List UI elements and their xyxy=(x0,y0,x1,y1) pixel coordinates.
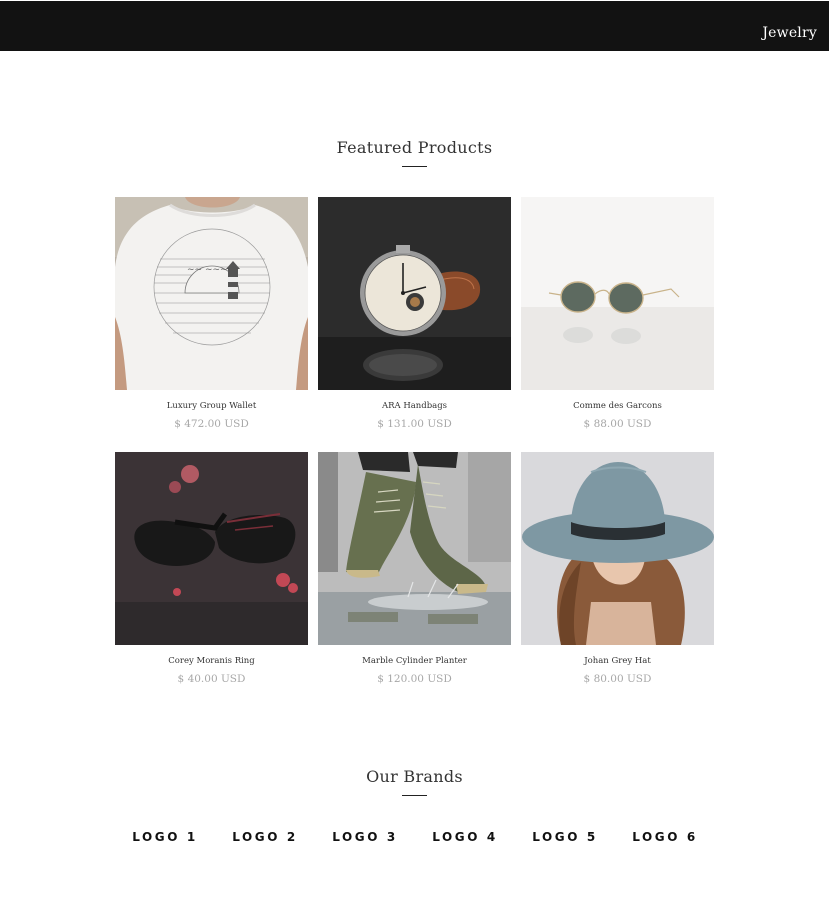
brand-logos-row: LOGO 1 LOGO 2 LOGO 3 LOGO 4 LOGO 5 LOGO … xyxy=(100,830,730,848)
featured-products-title: Featured Products xyxy=(336,138,493,157)
top-nav-bar: Jewelry xyxy=(0,1,829,51)
product-card[interactable]: Corey Moranis Ring $ 40.00 USD xyxy=(115,452,308,692)
product-name[interactable]: Corey Moranis Ring xyxy=(115,656,308,666)
product-name[interactable]: ARA Handbags xyxy=(318,401,511,411)
nav-link-jewelry[interactable]: Jewelry xyxy=(762,25,817,41)
brand-logo-2[interactable]: LOGO 2 xyxy=(215,830,315,844)
product-image-sneakers[interactable] xyxy=(318,452,511,645)
product-name[interactable]: Marble Cylinder Planter xyxy=(318,656,511,666)
our-brands-title: Our Brands xyxy=(366,767,463,786)
product-name[interactable]: Comme des Garcons xyxy=(521,401,714,411)
brand-logo-3[interactable]: LOGO 3 xyxy=(315,830,415,844)
product-price: $ 80.00 USD xyxy=(583,673,652,685)
product-card[interactable]: Comme des Garcons $ 88.00 USD xyxy=(521,197,714,437)
product-image-hat[interactable] xyxy=(521,452,714,645)
product-price: $ 40.00 USD xyxy=(177,673,246,685)
product-image-watch[interactable] xyxy=(318,197,511,390)
product-card[interactable]: Marble Cylinder Planter $ 120.00 USD xyxy=(318,452,511,692)
brand-logo-5[interactable]: LOGO 5 xyxy=(515,830,615,844)
product-card[interactable]: ARA Handbags $ 131.00 USD xyxy=(318,197,511,437)
brand-logo-4[interactable]: LOGO 4 xyxy=(415,830,515,844)
product-name[interactable]: Johan Grey Hat xyxy=(521,656,714,666)
product-card[interactable]: ~~ ~~~ Luxury Group Wallet $ 472.00 USD xyxy=(115,197,308,437)
product-card[interactable]: Johan Grey Hat $ 80.00 USD xyxy=(521,452,714,692)
brand-logo-1[interactable]: LOGO 1 xyxy=(115,830,215,844)
brand-logo-6[interactable]: LOGO 6 xyxy=(615,830,715,844)
product-price: $ 88.00 USD xyxy=(583,418,652,430)
product-image-dark-sunglasses[interactable] xyxy=(115,452,308,645)
product-name[interactable]: Luxury Group Wallet xyxy=(115,401,308,411)
product-price: $ 120.00 USD xyxy=(377,673,452,685)
product-price: $ 472.00 USD xyxy=(174,418,249,430)
product-image-round-sunglasses[interactable] xyxy=(521,197,714,390)
brands-title-divider xyxy=(402,795,427,796)
product-image-tshirt[interactable]: ~~ ~~~ xyxy=(115,197,308,390)
product-price: $ 131.00 USD xyxy=(377,418,452,430)
featured-title-divider xyxy=(402,166,427,167)
svg-text:~~ ~~~: ~~ ~~~ xyxy=(187,265,228,275)
